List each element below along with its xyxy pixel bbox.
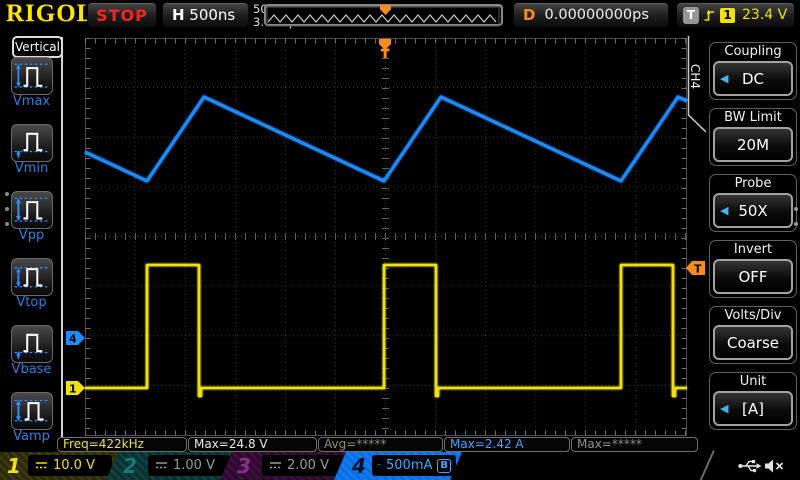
menu-item-name: BW Limit: [710, 109, 796, 127]
speaker-mute-icon: [764, 458, 785, 478]
dc-coupling-icon: [155, 461, 168, 470]
sidebar-item-label: Vbase: [0, 362, 63, 377]
sidebar-title: Vertical: [12, 36, 63, 58]
menu-item-value: OFF: [738, 268, 767, 286]
vpp-icon: [12, 192, 50, 226]
menu-item-unit[interactable]: Unit ◀ [A]: [709, 372, 797, 430]
dc-coupling-icon: [35, 461, 48, 470]
dc-coupling-icon: [377, 461, 381, 470]
sidebar-item-label: Vmax: [0, 94, 63, 109]
oscilloscope-screen: RIGOL STOP H 500ns 500MSa/s 3.00k pts D …: [0, 0, 800, 480]
menu-item-name: Unit: [710, 373, 796, 391]
vbase-icon: [12, 326, 50, 360]
trigger-level-marker[interactable]: T: [686, 261, 705, 276]
sidebar-item-label: Vpp: [0, 228, 63, 243]
run-state-label: STOP: [96, 6, 148, 25]
sidebar-item-label: Vmin: [0, 161, 63, 176]
channel-status-bar: 1 10.0 V 2 1.00 V 3: [0, 452, 800, 480]
sidebar-item-vtop[interactable]: Vtop: [0, 258, 63, 324]
delay-readout[interactable]: D 0.00000000ps: [513, 2, 669, 28]
ch4-reference-marker[interactable]: 4: [66, 331, 85, 346]
left-arrow-icon: ◀: [720, 72, 728, 85]
menu-item-bw-limit[interactable]: BW Limit ◀ 20M: [709, 108, 797, 166]
channel-3-status[interactable]: 3 2.00 V: [220, 452, 348, 480]
measurement-slot-avg[interactable]: Avg=*****: [318, 437, 443, 452]
channel-scale: 10.0 V: [53, 458, 95, 473]
menu-item-volts-div[interactable]: Volts/Div ◀ Coarse: [709, 306, 797, 364]
menu-item-value: 20M: [737, 136, 769, 154]
channel-scale: 2.00 V: [287, 458, 329, 473]
sidebar-item-vmax[interactable]: Vmax: [0, 57, 63, 123]
channel-4-status[interactable]: 4 500mA B: [334, 452, 464, 480]
svg-text:T: T: [694, 263, 702, 276]
measurement-slot-max-ch1[interactable]: Max=24.8 V: [188, 437, 317, 452]
menu-item-name: Volts/Div: [710, 307, 796, 325]
ch1-reference-marker[interactable]: 1: [66, 381, 85, 396]
rising-edge-icon: [704, 7, 715, 23]
svg-text:4: 4: [69, 333, 77, 346]
graticule: [85, 38, 687, 436]
menu-item-invert[interactable]: Invert ◀ OFF: [709, 240, 797, 298]
delay-value: 0.00000000ps: [545, 7, 659, 23]
channel-2-status[interactable]: 2 1.00 V: [106, 452, 234, 480]
measurement-slot-max-ch4[interactable]: Max=2.42 A: [444, 437, 570, 452]
left-arrow-icon: ◀: [720, 204, 728, 217]
channel-scale: 1.00 V: [173, 458, 215, 473]
measurement-slot-max-empty[interactable]: Max=*****: [571, 437, 698, 452]
vmin-icon: [12, 125, 50, 159]
top-status-bar: RIGOL STOP H 500ns 500MSa/s 3.00k pts D …: [0, 0, 800, 30]
channel-number: 2: [123, 454, 137, 478]
sidebar-item-label: Vamp: [0, 429, 63, 444]
svg-text:CH4: CH4: [688, 64, 702, 89]
measure-sidebar: Vertical Vmax Vmin: [0, 30, 63, 455]
trigger-source-badge: 1: [720, 8, 735, 23]
channel-menu-panel: Coupling ◀ DC BW Limit ◀ 20M Probe ◀ 50X…: [706, 30, 800, 455]
sidebar-item-vamp[interactable]: Vamp: [0, 392, 63, 458]
left-arrow-icon: ◀: [720, 402, 728, 415]
menu-tab-ch4: CH4: [688, 36, 706, 132]
trigger-readout[interactable]: T 1 23.4 V: [676, 2, 795, 28]
dc-coupling-icon: [269, 461, 282, 470]
ch1-waveform: [85, 265, 687, 396]
menu-item-name: Invert: [710, 241, 796, 259]
menu-item-probe[interactable]: Probe ◀ 50X: [709, 174, 797, 232]
svg-text:1: 1: [69, 383, 77, 396]
waveform-preview-bar[interactable]: [264, 4, 503, 26]
channel-1-status[interactable]: 1 10.0 V: [0, 452, 120, 480]
sidebar-item-vmin[interactable]: Vmin: [0, 124, 63, 190]
menu-item-value: 50X: [738, 202, 767, 220]
rigol-logo: RIGOL: [6, 0, 94, 28]
run-state-badge[interactable]: STOP: [87, 2, 157, 28]
sidebar-item-vpp[interactable]: Vpp: [0, 191, 63, 257]
ch4-waveform: [85, 97, 687, 181]
channel-scale: 500mA: [386, 458, 432, 473]
menu-item-coupling[interactable]: Coupling ◀ DC: [709, 42, 797, 100]
sidebar-item-label: Vtop: [0, 295, 63, 310]
trigger-level-value: 23.4 V: [742, 7, 787, 23]
vtop-icon: [12, 259, 50, 293]
channel-number: 3: [237, 454, 251, 478]
trigger-position-marker-icon[interactable]: [379, 39, 391, 58]
horizontal-label: H: [172, 6, 185, 24]
menu-item-value: DC: [742, 70, 764, 88]
status-divider: [699, 450, 715, 480]
menu-item-name: Coupling: [710, 43, 796, 61]
channel-number: 4: [352, 454, 366, 478]
horizontal-timebase-button[interactable]: H 500ns: [162, 2, 249, 28]
menu-item-name: Probe: [710, 175, 796, 193]
timebase-value: 500ns: [189, 6, 243, 24]
delay-label: D: [523, 6, 535, 24]
measurement-slot-freq[interactable]: Freq=422kHz: [57, 437, 187, 452]
vamp-icon: [12, 393, 50, 427]
channel-number: 1: [7, 454, 21, 478]
bw-limit-badge: B: [437, 459, 451, 473]
scope-display: 4 1 T CH4: [0, 0, 800, 480]
usb-icon: [738, 458, 762, 477]
sidebar-item-vbase[interactable]: Vbase: [0, 325, 63, 391]
trigger-label: T: [683, 7, 699, 24]
menu-item-value: Coarse: [727, 334, 779, 352]
vmax-icon: [12, 58, 50, 92]
menu-item-value: [A]: [742, 400, 764, 418]
